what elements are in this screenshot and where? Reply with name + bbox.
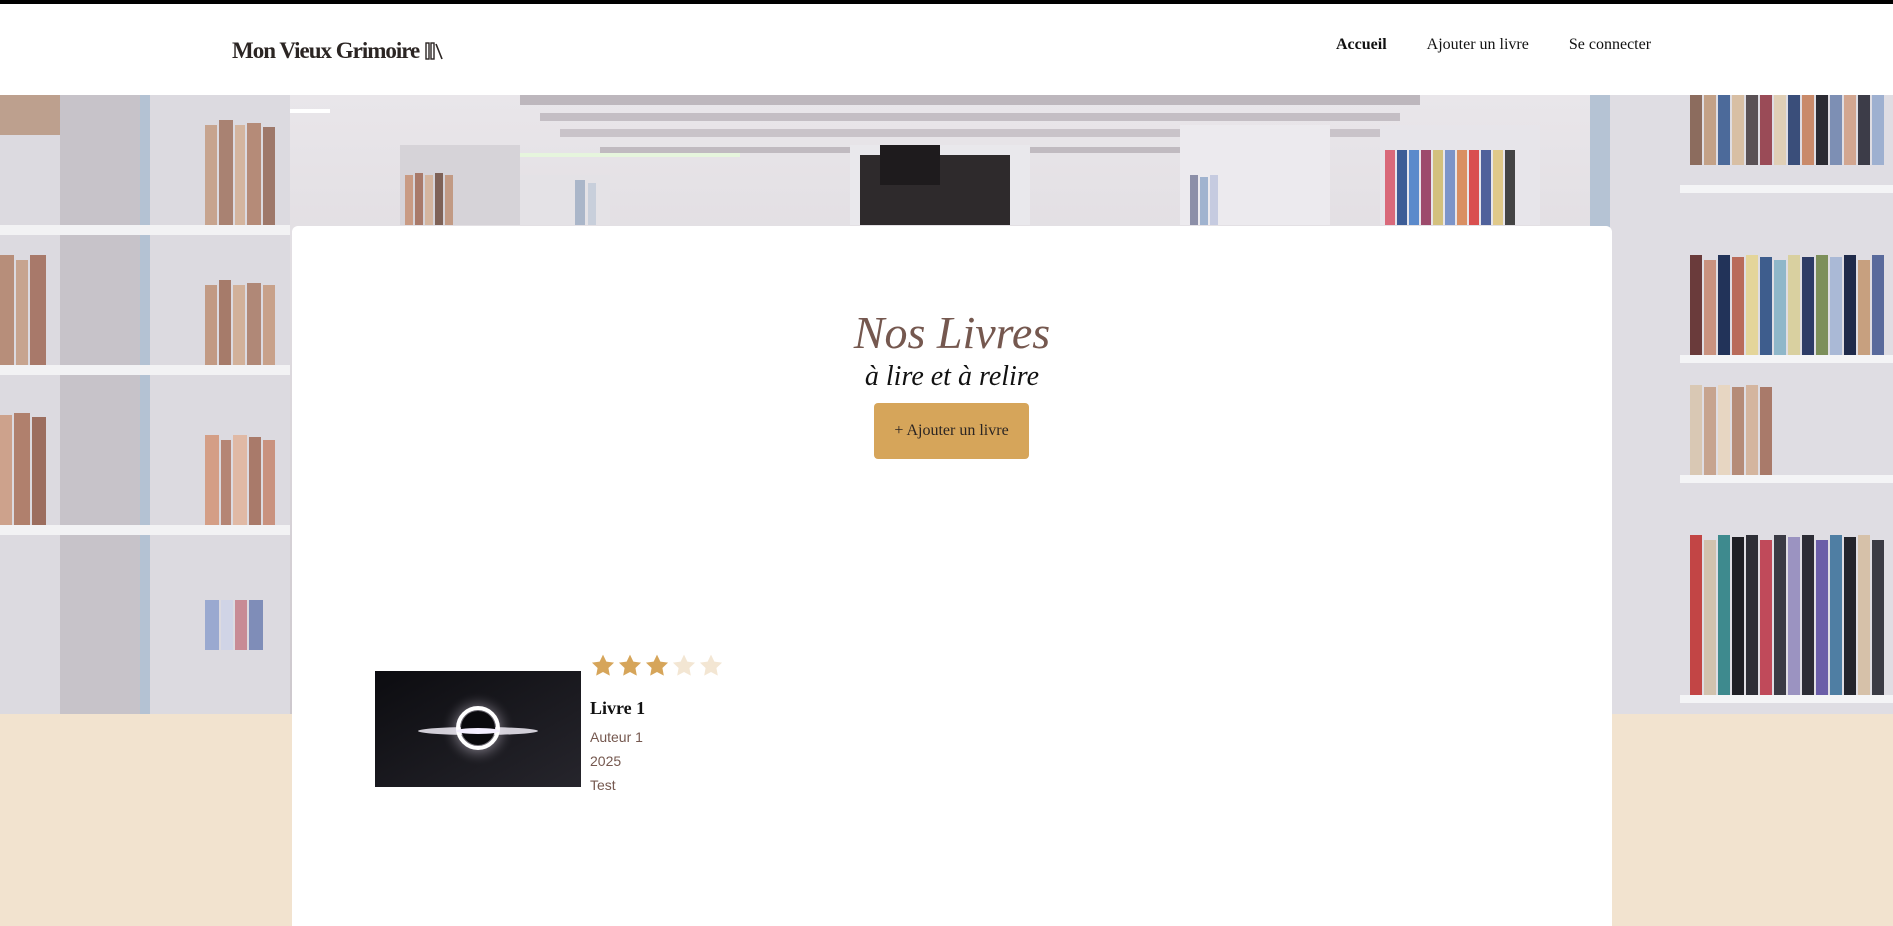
add-book-button[interactable]: + Ajouter un livre <box>874 403 1029 459</box>
star-filled-icon <box>618 654 642 676</box>
book-rating <box>590 653 724 679</box>
black-hole-image <box>375 671 581 787</box>
book-card[interactable]: Livre 1 Auteur 1 2025 Test <box>375 653 775 853</box>
star-empty-icon <box>699 654 723 676</box>
star-filled-icon <box>591 654 615 676</box>
star-filled-icon <box>645 654 669 676</box>
book-title: Livre 1 <box>590 698 646 718</box>
nav-link-se-connecter[interactable]: Se connecter <box>1569 36 1651 54</box>
site-header: Mon Vieux Grimoire Accueil Ajouter un li… <box>0 4 1893 95</box>
main-nav: Accueil Ajouter un livre Se connecter <box>1336 36 1691 54</box>
books-icon <box>425 42 444 60</box>
book-genre: Test <box>590 777 616 793</box>
book-cover-image <box>375 671 581 787</box>
nav-link-accueil[interactable]: Accueil <box>1336 36 1387 54</box>
books-section: Nos Livres à lire et à relire + Ajouter … <box>292 226 1612 926</box>
page-title: Nos Livres <box>853 307 1051 358</box>
page-subtitle: à lire et à relire <box>864 361 1040 392</box>
book-author: Auteur 1 <box>590 729 643 745</box>
logo-text: Mon Vieux Grimoire <box>232 38 420 63</box>
site-logo[interactable]: Mon Vieux Grimoire <box>232 38 445 64</box>
star-empty-icon <box>672 654 696 676</box>
book-year: 2025 <box>590 753 622 769</box>
nav-link-ajouter-livre[interactable]: Ajouter un livre <box>1427 36 1529 54</box>
